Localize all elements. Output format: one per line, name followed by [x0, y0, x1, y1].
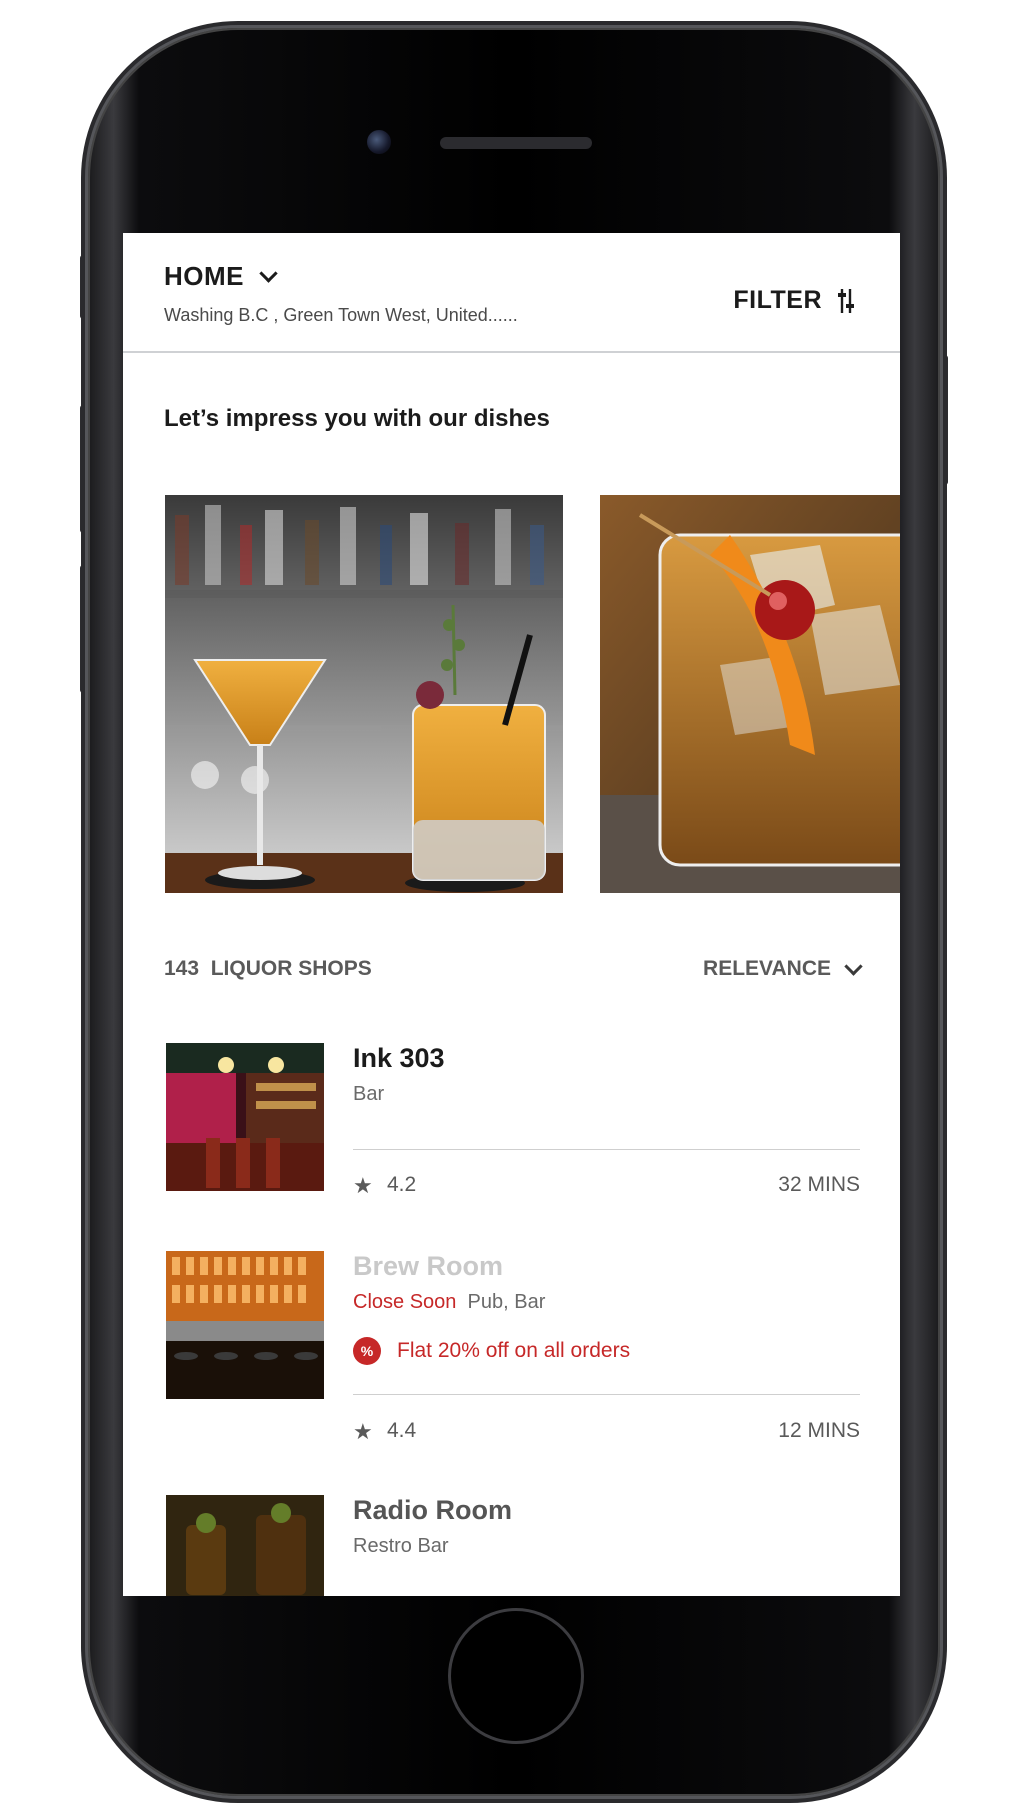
promo-card-old-fashioned[interactable] [600, 495, 900, 893]
filter-button[interactable]: FILTER [733, 286, 856, 315]
earpiece-speaker [440, 137, 592, 149]
shop-list-item[interactable]: Brew Room Close Soon Pub, Bar % Flat 20%… [123, 1251, 900, 1444]
promo-carousel[interactable] [165, 495, 900, 895]
shop-category: Restro Bar [353, 1535, 449, 1557]
delivery-time: 12 MINS [778, 1419, 860, 1442]
shop-name: Brew Room [353, 1251, 504, 1281]
home-button[interactable] [448, 1608, 584, 1744]
shop-count-number: 143 [164, 957, 200, 980]
shop-name: Radio Room [353, 1495, 512, 1525]
section-title: Let’s impress you with our dishes [164, 405, 550, 432]
shop-list-item[interactable]: Ink 303 Bar ★ 4.2 32 MINS [123, 1043, 900, 1198]
shop-status-category: Close Soon Pub, Bar [353, 1291, 545, 1314]
star-icon: ★ [353, 1173, 373, 1198]
discount-icon: % [353, 1337, 381, 1365]
divider [353, 1394, 860, 1395]
offer-row: % Flat 20% off on all orders [353, 1337, 630, 1365]
shop-count-label: LIQUOR SHOPS [210, 957, 372, 980]
star-icon: ★ [353, 1419, 373, 1444]
delivery-time: 32 MINS [778, 1173, 860, 1196]
address-text: Washing B.C , Green Town West, United...… [164, 305, 518, 325]
sort-dropdown[interactable]: RELEVANCE [703, 956, 863, 981]
shop-thumbnail [166, 1251, 324, 1399]
filter-label: FILTER [733, 286, 822, 314]
closing-soon-badge: Close Soon [353, 1291, 457, 1313]
cocktails-image [165, 495, 563, 893]
promo-card-cocktails[interactable] [165, 495, 563, 893]
shop-rating: 4.2 [387, 1173, 417, 1196]
old-fashioned-image [600, 495, 900, 893]
shop-name: Ink 303 [353, 1043, 445, 1073]
shop-thumbnail [166, 1043, 324, 1191]
offer-text: Flat 20% off on all orders [397, 1339, 631, 1362]
shop-thumbnail: Closed [166, 1495, 324, 1596]
pub-interior-image [166, 1251, 324, 1399]
sliders-icon [838, 288, 854, 313]
shop-list-item[interactable]: Closed Radio Room Restro Bar [123, 1495, 900, 1596]
location-header: HOME Washing B.C , Green Town West, Unit… [123, 233, 900, 353]
shop-category: Bar [353, 1083, 385, 1105]
chevron-down-icon [259, 264, 278, 283]
shop-meta: ★ 4.2 32 MINS [353, 1173, 860, 1201]
shop-count: 143 LIQUOR SHOPS [164, 957, 372, 981]
location-title: HOME [164, 261, 244, 291]
shop-category: Pub, Bar [467, 1291, 546, 1313]
shop-meta: ★ 4.4 12 MINS [353, 1419, 860, 1447]
chevron-down-icon [844, 956, 863, 976]
front-camera [367, 130, 391, 154]
divider [353, 1149, 860, 1150]
bar-interior-image [166, 1043, 324, 1191]
location-selector[interactable]: HOME [164, 261, 278, 292]
shop-rating: 4.4 [387, 1419, 417, 1442]
list-header: 143 LIQUOR SHOPS RELEVANCE [164, 956, 863, 987]
closed-overlay: Closed [166, 1495, 324, 1596]
sort-label: RELEVANCE [703, 957, 831, 980]
app-screen: HOME Washing B.C , Green Town West, Unit… [123, 233, 900, 1596]
